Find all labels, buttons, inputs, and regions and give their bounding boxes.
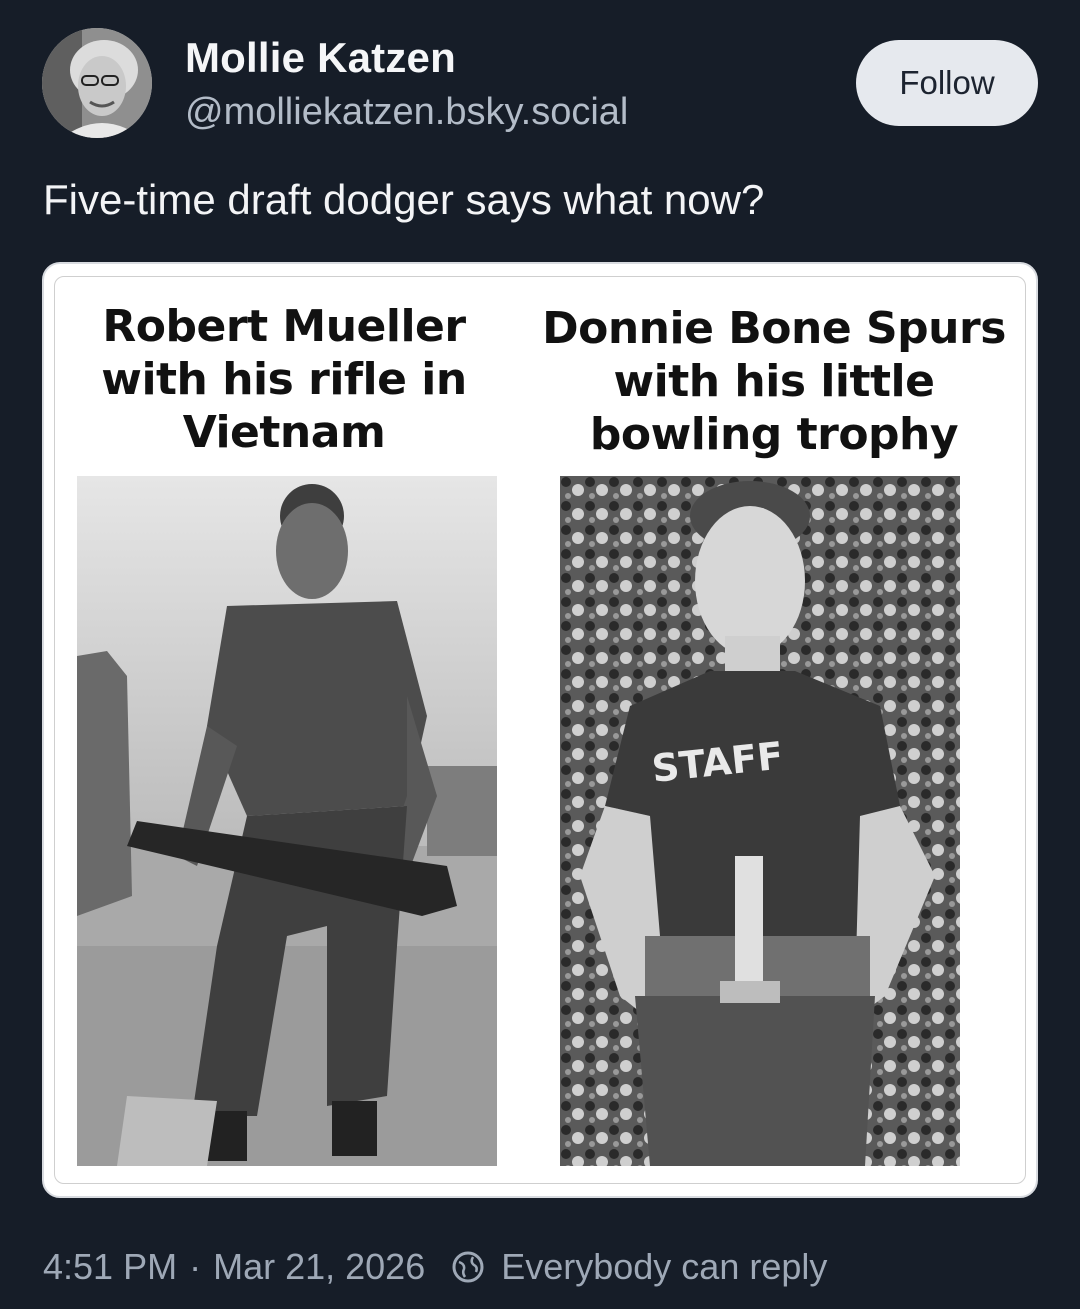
right-caption-line: bowling trophy <box>589 409 959 460</box>
author-name[interactable]: Mollie Katzen <box>185 34 456 82</box>
left-caption-line: Robert Mueller <box>102 301 466 352</box>
trophy-photo: STAFF <box>560 476 960 1166</box>
soldier-photo <box>77 476 497 1166</box>
post-meta: 4:51 PM · Mar 21, 2026 Everybody can rep… <box>43 1246 827 1288</box>
post-image[interactable]: Robert Mueller with his rifle in Vietnam… <box>42 262 1038 1198</box>
left-caption: Robert Mueller with his rifle in Vietnam <box>74 300 494 459</box>
avatar-portrait <box>42 28 152 138</box>
globe-icon <box>451 1250 485 1284</box>
author-avatar[interactable] <box>42 28 152 138</box>
author-handle[interactable]: @molliekatzen.bsky.social <box>185 91 628 134</box>
right-caption: Donnie Bone Spurs with his little bowlin… <box>534 302 1014 461</box>
left-caption-line: with his rifle in <box>101 354 467 405</box>
reply-setting[interactable]: Everybody can reply <box>501 1246 827 1288</box>
post-text: Five-time draft dodger says what now? <box>43 176 765 223</box>
post-time[interactable]: 4:51 PM <box>43 1246 177 1288</box>
right-caption-line: Donnie Bone Spurs <box>542 303 1006 354</box>
meta-separator: · <box>189 1246 202 1287</box>
follow-button[interactable]: Follow <box>856 40 1038 126</box>
right-caption-line: with his little <box>613 356 935 407</box>
left-caption-line: Vietnam <box>182 407 386 458</box>
post-date[interactable]: Mar 21, 2026 <box>213 1246 425 1288</box>
